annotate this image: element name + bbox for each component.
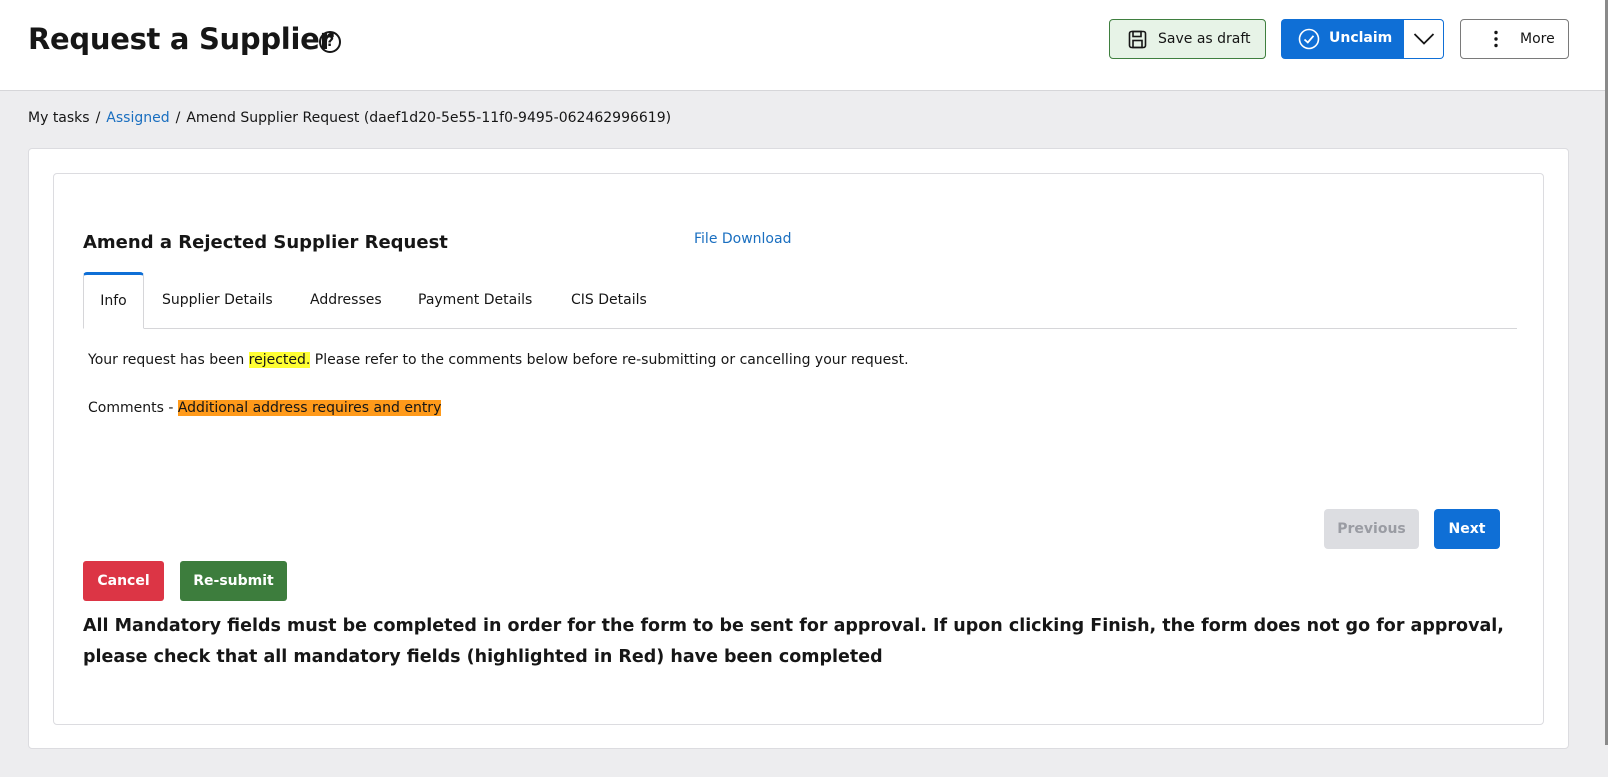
more-label: More	[1520, 31, 1555, 47]
comments-line: Comments - Additional address requires a…	[88, 400, 442, 416]
save-icon	[1128, 30, 1147, 53]
check-circle-icon	[1298, 28, 1320, 54]
breadcrumb-assigned[interactable]: Assigned	[106, 110, 169, 126]
tab-addresses[interactable]: Addresses	[310, 272, 382, 329]
rejected-highlight: rejected.	[248, 352, 311, 368]
help-icon[interactable]: ?	[319, 31, 341, 53]
form-title: Amend a Rejected Supplier Request	[83, 232, 448, 253]
save-draft-button[interactable]: Save as draft	[1109, 19, 1266, 59]
tab-info[interactable]: Info	[83, 272, 144, 329]
unclaim-button[interactable]: Unclaim	[1281, 19, 1404, 59]
more-button[interactable]: More	[1460, 19, 1569, 59]
tabs-divider	[83, 328, 1517, 329]
breadcrumb-current: Amend Supplier Request (daef1d20-5e55-11…	[186, 110, 672, 126]
comments-label: Comments -	[88, 400, 178, 416]
unclaim-label: Unclaim	[1329, 30, 1393, 46]
next-button[interactable]: Next	[1434, 509, 1500, 549]
unclaim-options-button[interactable]	[1404, 19, 1444, 59]
mandatory-fields-note: All Mandatory fields must be completed i…	[83, 616, 1504, 667]
tab-cis-details[interactable]: CIS Details	[571, 272, 647, 329]
file-download-link[interactable]: File Download	[694, 231, 791, 247]
chevron-down-icon	[1413, 33, 1435, 45]
tab-supplier-details[interactable]: Supplier Details	[162, 272, 273, 329]
breadcrumb-separator: /	[95, 110, 101, 126]
comments-value: Additional address requires and entry	[177, 400, 442, 416]
kebab-menu-icon	[1494, 30, 1498, 52]
previous-button[interactable]: Previous	[1324, 509, 1419, 549]
message-text: Your request has been	[88, 352, 249, 368]
tab-payment-details[interactable]: Payment Details	[418, 272, 532, 329]
top-bar: Request a Supplier ? Save as draft Uncla…	[0, 0, 1605, 91]
breadcrumb-my-tasks[interactable]: My tasks	[28, 110, 90, 126]
breadcrumb: My tasks / Assigned / Amend Supplier Request…	[28, 110, 671, 126]
breadcrumb-separator: /	[175, 110, 181, 126]
page-title: Request a Supplier	[28, 22, 334, 56]
rejection-message: Your request has been rejected. Please r…	[88, 352, 909, 368]
resubmit-button[interactable]: Re-submit	[180, 561, 287, 601]
save-draft-label: Save as draft	[1158, 31, 1251, 47]
message-text: Please refer to the comments below befor…	[310, 352, 909, 368]
cancel-button[interactable]: Cancel	[83, 561, 164, 601]
